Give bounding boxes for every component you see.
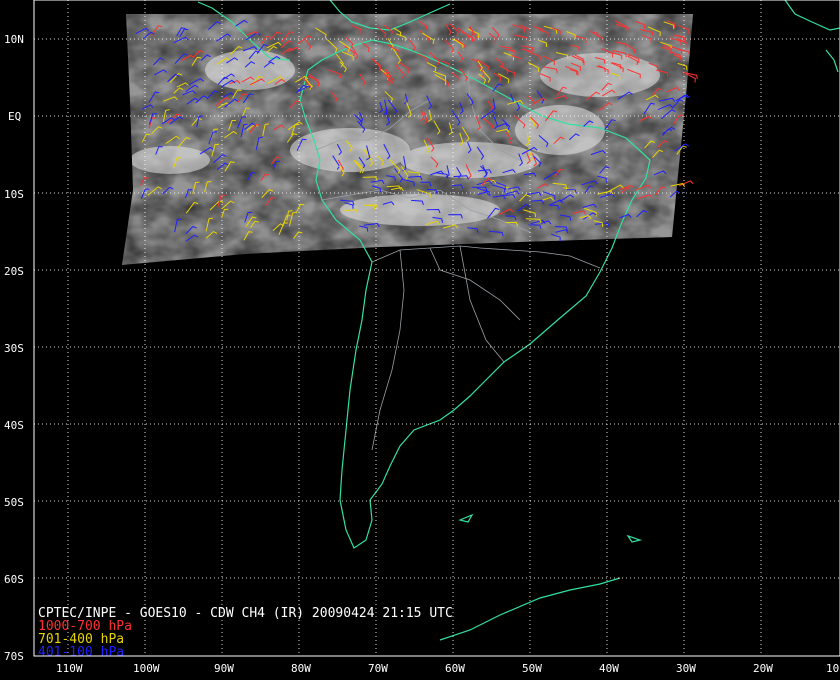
wind-map: 10N EQ 10S 20S 30S 40S 50S 60S 70S 110W … <box>0 0 840 680</box>
lat-label: 50S <box>4 496 24 509</box>
legend-high-level: 401-100 hPa <box>38 645 124 660</box>
lon-label: 80W <box>291 662 311 675</box>
lon-label: 30W <box>676 662 696 675</box>
lon-label: 40W <box>599 662 619 675</box>
lat-label: 60S <box>4 573 24 586</box>
lon-label: 10 <box>826 662 839 675</box>
lat-label: 30S <box>4 342 24 355</box>
lon-label: 20W <box>753 662 773 675</box>
lon-label: 100W <box>133 662 160 675</box>
lat-label: 10N <box>4 33 24 46</box>
lat-label: EQ <box>8 110 21 123</box>
lat-label: 20S <box>4 265 24 278</box>
lon-label: 110W <box>56 662 83 675</box>
satellite-image <box>122 14 693 265</box>
lat-label: 10S <box>4 188 24 201</box>
lat-label: 70S <box>4 650 24 663</box>
lon-label: 60W <box>445 662 465 675</box>
lat-label: 40S <box>4 419 24 432</box>
lon-label: 50W <box>522 662 542 675</box>
lon-label: 70W <box>368 662 388 675</box>
lon-label: 90W <box>214 662 234 675</box>
